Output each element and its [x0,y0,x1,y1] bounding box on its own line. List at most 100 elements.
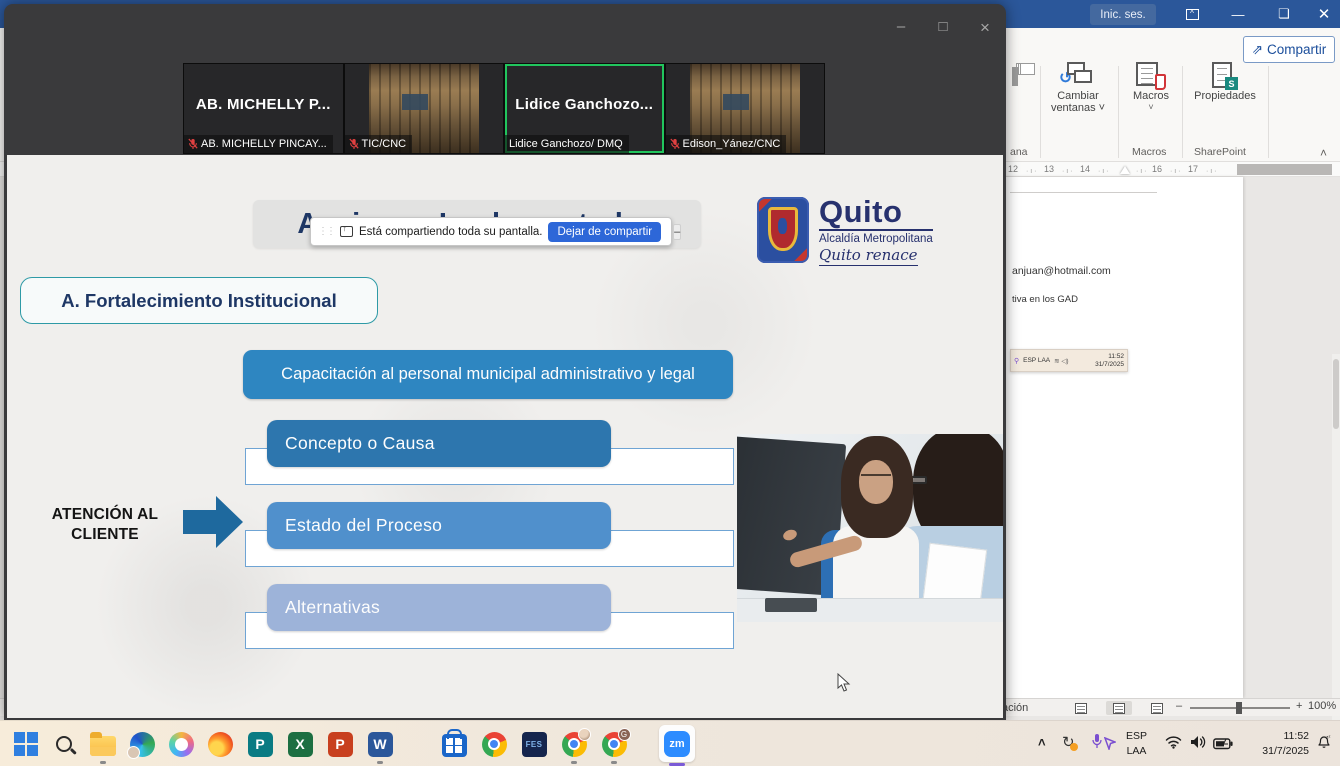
word-signin-button[interactable]: Inic. ses. [1090,4,1156,25]
remote-pointer-icon[interactable] [1104,737,1116,755]
start-button[interactable] [12,730,40,758]
word-icon[interactable]: W [366,730,394,758]
microsoft-store-icon[interactable] [440,730,468,758]
copilot-icon[interactable] [167,730,195,758]
document-page[interactable]: anjuan@hotmail.com tiva en los GAD ⚲ ESP… [980,177,1243,698]
speaker-icon[interactable] [1190,735,1206,754]
zoom-meeting-window: – □ × AB. MICHELLY P... AB. MICHELLY PIN… [4,4,1006,720]
chrome-guest-icon[interactable]: G [600,730,628,758]
properties-icon: S [1212,62,1238,90]
participant-tile[interactable]: TIC/CNC [345,64,504,153]
zoom-percentage[interactable]: 100% [1308,700,1336,712]
zoom-minimize-button[interactable]: – [886,18,916,35]
print-layout-button[interactable] [1106,701,1132,715]
battery-icon[interactable] [1213,737,1233,755]
web-layout-button[interactable] [1144,701,1170,715]
share-message: Está compartiendo toda su pantalla. [359,226,542,238]
screen-share-icon [340,226,353,237]
participant-tile[interactable]: Edison_Yánez/CNC [666,64,825,153]
item-box-concepto: Concepto o Causa [267,420,611,467]
desktop: Inic. ses. ^ — ❏ ✕ ⇗ Compartir ↺ Cambiar… [0,0,1340,766]
publisher-icon[interactable]: P [246,730,274,758]
ribbon-divider [1118,66,1119,158]
participant-name-label: Lidice Ganchozo/ DMQ [505,135,629,153]
word-restore-button[interactable]: ❏ [1264,0,1304,28]
language-indicator[interactable]: ESP LAA [1126,729,1147,758]
participant-video-strip: AB. MICHELLY P... AB. MICHELLY PINCAY...… [183,63,825,154]
firefox-icon[interactable] [206,730,234,758]
stop-share-button[interactable]: Dejar de compartir [548,222,661,242]
word-close-button[interactable]: ✕ [1304,0,1340,28]
svg-text:z: z [1329,734,1331,739]
wifi-icon[interactable] [1165,735,1182,754]
side-label: ATENCIÓN AL CLIENTE [25,505,185,545]
participant-name-label: TIC/CNC [345,135,413,153]
window-group-small-icons[interactable] [1012,68,1018,86]
reset-window-position-icon[interactable] [1016,67,1018,86]
ruler-margin-area [1237,164,1332,175]
zoom-out-button[interactable]: – [1176,700,1182,712]
edge-icon[interactable] [128,730,156,758]
item-box-estado: Estado del Proceso [267,502,611,549]
fes-app-icon[interactable]: FES [520,730,548,758]
logo-tagline: Quito renace [819,246,918,266]
switch-windows-button[interactable]: ↺ Cambiar ventanas ˅ [1046,62,1110,114]
participant-name-label: Edison_Yánez/CNC [666,135,787,153]
participant-tile-active-speaker[interactable]: Lidice Ganchozo... Lidice Ganchozo/ DMQ [505,64,664,153]
scrollbar-thumb[interactable] [1333,359,1339,429]
profile-avatar [578,728,591,741]
file-explorer-icon[interactable] [89,730,117,758]
muted-mic-icon [670,138,680,150]
collapse-ribbon-button[interactable]: ˄ [1320,146,1327,160]
embedded-screenshot: ⚲ ESP LAA ≋ ◁) 11:52 31/7/2025 [1010,349,1128,372]
zoom-close-button[interactable]: × [970,18,1000,38]
search-icon[interactable] [50,730,78,758]
excel-icon[interactable]: X [286,730,314,758]
ribbon-divider [1040,66,1041,158]
slide-header-box: Capacitación al personal municipal admin… [243,350,733,399]
clock[interactable]: 11:52 31/7/2025 [1243,729,1309,759]
right-arrow-shape [183,496,243,548]
ribbon-display-options-icon[interactable]: ^ [1172,0,1212,28]
drag-handle-icon[interactable]: ⋮⋮ [318,227,334,236]
taskbar: P X P W FES G zm ˄ ↻ ESP LAA [0,720,1340,766]
item-box-alternativas: Alternativas [267,584,611,631]
ribbon-divider [1182,66,1183,158]
muted-mic-icon [349,138,359,150]
zoom-app-icon[interactable]: zm [659,725,695,762]
read-mode-button[interactable] [1068,701,1094,715]
zoom-maximize-button[interactable]: □ [928,18,958,35]
muted-mic-icon [188,138,198,150]
macros-button[interactable]: Macros ˅ [1126,62,1176,112]
logo-name: Quito [819,197,933,227]
document-rule-line [1010,192,1157,193]
ribbon-divider [1268,66,1269,158]
properties-button[interactable]: S Propiedades [1188,62,1262,102]
zoom-slider-thumb[interactable] [1236,702,1242,714]
word-minimize-button[interactable]: — [1218,0,1258,28]
word-share-button[interactable]: ⇗ Compartir [1243,36,1335,63]
quito-logo: Quito Alcaldía Metropolitana Quito renac… [757,197,933,266]
zoom-in-button[interactable]: + [1296,700,1302,712]
powerpoint-icon[interactable]: P [326,730,354,758]
participant-tile[interactable]: AB. MICHELLY P... AB. MICHELLY PINCAY... [184,64,343,153]
edge-profile-badge [127,746,140,759]
screen-share-notification-bar[interactable]: ⋮⋮ Está compartiendo toda su pantalla. D… [310,217,672,246]
section-heading-box: A. Fortalecimiento Institucional [20,277,378,324]
banner-minimize-button[interactable]: – [673,224,681,240]
logo-subtitle: Alcaldía Metropolitana [819,229,933,245]
g-badge: G [618,728,631,741]
chrome-profile-icon[interactable] [560,730,588,758]
mini-mic-icon: ⚲ [1014,357,1019,365]
notification-bell-icon[interactable]: zz [1316,734,1332,755]
sync-icon[interactable]: ↻ [1062,733,1075,751]
group-label-sharepoint: SharePoint [1194,146,1246,158]
document-text: tiva en los GAD [1012,294,1078,305]
chrome-icon[interactable] [480,730,508,758]
tray-overflow-chevron[interactable]: ˄ [1038,735,1046,750]
switch-windows-icon: ↺ [1061,62,1095,90]
ruler-indent-marker[interactable] [1120,166,1130,174]
zoom-slider[interactable] [1190,707,1290,709]
group-label-macros: Macros [1132,146,1166,158]
active-mic-icon[interactable] [1092,734,1102,754]
